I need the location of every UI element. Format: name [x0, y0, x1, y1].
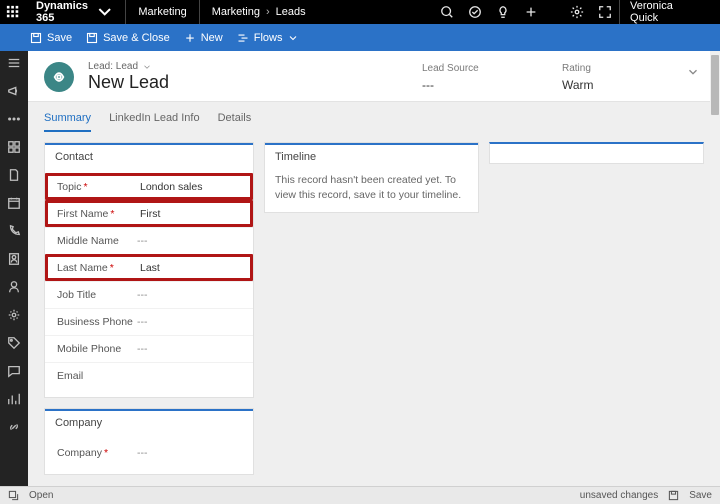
search-icon[interactable]	[433, 0, 461, 24]
chevron-down-icon	[142, 62, 152, 72]
breadcrumb-1[interactable]: Marketing	[212, 6, 260, 18]
popout-icon[interactable]	[8, 490, 19, 501]
rail-menu-icon[interactable]	[6, 55, 22, 71]
timeline-card-title: Timeline	[265, 143, 478, 169]
company-card-title: Company	[45, 409, 253, 435]
footer-open[interactable]: Open	[29, 490, 53, 501]
body: Lead: Lead New Lead Lead Source --- Rati…	[0, 51, 720, 486]
tab-details[interactable]: Details	[218, 112, 252, 132]
rail-phone-icon[interactable]	[6, 223, 22, 239]
rail-chat-icon[interactable]	[6, 363, 22, 379]
rail-tag-icon[interactable]	[6, 335, 22, 351]
user-name: Veronica Quick	[630, 0, 673, 24]
app-root: Dynamics 365 Marketing Marketing › Leads…	[0, 0, 720, 504]
field-email[interactable]: Email	[45, 362, 253, 389]
record-icon	[44, 62, 74, 92]
expand-icon[interactable]	[591, 0, 619, 24]
rail-link-icon[interactable]	[6, 419, 22, 435]
rail-calendar-icon[interactable]	[6, 195, 22, 211]
app-launcher-icon[interactable]	[0, 0, 26, 24]
footer-unsaved: unsaved changes	[580, 490, 658, 501]
left-rail	[0, 51, 28, 486]
contact-card: Contact Topic* London sales First Name* …	[44, 142, 254, 398]
col-right	[489, 142, 704, 476]
field-company[interactable]: Company* ---	[45, 439, 253, 466]
footer-save[interactable]: Save	[689, 490, 712, 501]
rail-document-icon[interactable]	[6, 167, 22, 183]
breadcrumb-2[interactable]: Leads	[276, 6, 306, 18]
chevron-right-icon: ›	[266, 6, 270, 18]
tab-linkedin[interactable]: LinkedIn Lead Info	[109, 112, 200, 132]
breadcrumb: Marketing › Leads	[200, 0, 318, 24]
save-close-button[interactable]: Save & Close	[86, 32, 170, 44]
app-name[interactable]: Marketing	[126, 0, 199, 24]
record-title: New Lead	[88, 72, 169, 93]
rail-megaphone-icon[interactable]	[6, 83, 22, 99]
status-bar: Open unsaved changes Save	[0, 486, 720, 504]
company-card: Company Company* ---	[44, 408, 254, 475]
field-topic[interactable]: Topic* London sales	[45, 173, 253, 200]
col-middle: Timeline This record hasn't been created…	[264, 142, 479, 476]
record-titles: Lead: Lead New Lead	[88, 61, 169, 93]
rail-more-icon[interactable]	[6, 111, 22, 127]
spacer	[545, 0, 563, 24]
brand-label: Dynamics 365	[36, 0, 88, 24]
header-rating: Rating Warm	[562, 63, 642, 92]
scrollbar[interactable]	[710, 51, 720, 486]
chevron-down-icon	[287, 32, 299, 44]
record-header: Lead: Lead New Lead Lead Source --- Rati…	[28, 51, 720, 102]
entity-selector[interactable]: Lead: Lead	[88, 61, 169, 72]
right-card-empty	[489, 142, 704, 164]
header-leadsource: Lead Source ---	[422, 63, 502, 92]
save-icon[interactable]	[668, 490, 679, 501]
lightbulb-icon[interactable]	[489, 0, 517, 24]
rail-chart-icon[interactable]	[6, 391, 22, 407]
gear-icon[interactable]	[563, 0, 591, 24]
user-menu[interactable]: Veronica Quick	[619, 0, 720, 24]
rail-contacts-icon[interactable]	[6, 251, 22, 267]
command-bar: Save Save & Close New Flows	[0, 24, 720, 51]
field-lastname[interactable]: Last Name* Last	[45, 254, 253, 281]
top-right-icons: Veronica Quick	[433, 0, 720, 24]
field-mobile-phone[interactable]: Mobile Phone ---	[45, 335, 253, 362]
tab-summary[interactable]: Summary	[44, 112, 91, 132]
header-expand[interactable]	[686, 65, 704, 82]
field-business-phone[interactable]: Business Phone ---	[45, 308, 253, 335]
brand-dropdown[interactable]: Dynamics 365	[26, 0, 126, 24]
save-button[interactable]: Save	[30, 32, 72, 44]
field-firstname[interactable]: First Name* First	[45, 200, 253, 227]
timeline-card: Timeline This record hasn't been created…	[264, 142, 479, 213]
plus-icon[interactable]	[517, 0, 545, 24]
scroll-thumb[interactable]	[711, 55, 719, 115]
form-tabs: Summary LinkedIn Lead Info Details	[28, 102, 720, 132]
main-area: Lead: Lead New Lead Lead Source --- Rati…	[28, 51, 720, 486]
header-fields: Lead Source --- Rating Warm	[422, 63, 672, 92]
field-jobtitle[interactable]: Job Title ---	[45, 281, 253, 308]
rail-settings-icon[interactable]	[6, 307, 22, 323]
form-columns: Contact Topic* London sales First Name* …	[28, 132, 720, 486]
new-button[interactable]: New	[184, 32, 223, 44]
flows-button[interactable]: Flows	[237, 32, 300, 44]
global-nav: Dynamics 365 Marketing Marketing › Leads…	[0, 0, 720, 24]
timeline-message: This record hasn't been created yet. To …	[265, 169, 478, 212]
task-icon[interactable]	[461, 0, 489, 24]
rail-person-icon[interactable]	[6, 279, 22, 295]
contact-card-title: Contact	[45, 143, 253, 169]
col-left: Contact Topic* London sales First Name* …	[44, 142, 254, 476]
rail-dashboard-icon[interactable]	[6, 139, 22, 155]
field-middlename[interactable]: Middle Name ---	[45, 227, 253, 254]
